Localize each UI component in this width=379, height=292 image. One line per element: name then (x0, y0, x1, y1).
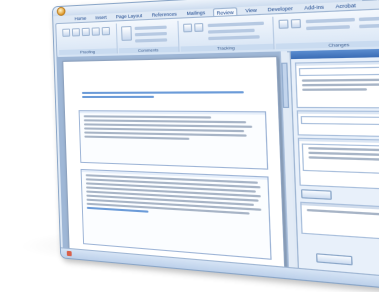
research-icon[interactable] (72, 28, 80, 36)
reject-icon[interactable] (291, 19, 301, 28)
text-line (84, 136, 189, 140)
heading-line (82, 96, 154, 98)
next-change-button[interactable] (306, 25, 350, 30)
pane-section (298, 138, 379, 191)
proofing-status-icon[interactable] (67, 251, 72, 256)
pane-dropdown[interactable] (301, 116, 379, 125)
text-line (302, 79, 379, 82)
ribbon-group-label: Tracking (181, 44, 274, 52)
display-for-review-dropdown[interactable] (208, 22, 264, 28)
spelling-icon[interactable] (62, 29, 70, 37)
reviewing-pane-dropdown[interactable] (208, 35, 260, 40)
content-control-title (80, 111, 265, 114)
previous-comment-button[interactable] (135, 32, 167, 36)
new-comment-icon[interactable] (121, 26, 132, 41)
text-line (308, 147, 379, 151)
previous-change-button[interactable] (306, 18, 355, 23)
delete-comment-button[interactable] (135, 26, 167, 30)
accept-icon[interactable] (278, 19, 288, 28)
thesaurus-icon[interactable] (82, 28, 90, 36)
text-line (84, 115, 211, 118)
perspective-scene: – □ × Home Insert Page Layout References… (52, 0, 379, 290)
next-comment-button[interactable] (135, 38, 167, 42)
text-line (309, 156, 379, 161)
application-window: – □ × Home Insert Page Layout References… (52, 0, 379, 292)
compare-button[interactable] (359, 16, 379, 21)
protect-document-button[interactable] (359, 24, 379, 29)
pane-section-label (296, 61, 379, 65)
pane-textarea[interactable] (302, 143, 379, 174)
ribbon-group-changes: Changes (275, 11, 379, 49)
content-control-box[interactable] (79, 110, 269, 170)
scrollbar-thumb[interactable] (281, 63, 289, 108)
task-pane: × (289, 48, 379, 279)
translate-icon[interactable] (92, 27, 100, 35)
balloons-icon[interactable] (194, 23, 203, 32)
track-changes-icon[interactable] (183, 23, 192, 32)
office-button-icon[interactable] (57, 7, 66, 16)
ribbon-group-comments: Comments (118, 21, 180, 54)
document-page[interactable] (62, 56, 285, 269)
pane-section (297, 110, 379, 137)
pane-section-label (298, 111, 379, 114)
show-markup-dropdown[interactable] (208, 29, 255, 34)
word-count-icon[interactable] (102, 27, 110, 36)
document-workspace (56, 51, 295, 267)
ribbon-group-tracking: Tracking (180, 17, 275, 52)
pane-action-button[interactable] (301, 189, 332, 200)
ribbon-group-label: Changes (276, 40, 379, 49)
text-line (307, 209, 379, 217)
heading-line (82, 91, 244, 94)
document-heading (82, 91, 256, 98)
text-line (302, 88, 367, 91)
pane-footer-button[interactable] (316, 253, 353, 265)
pane-input-field[interactable] (299, 66, 379, 76)
pane-section (295, 60, 379, 108)
ribbon-group-label: Comments (119, 47, 179, 54)
ribbon-group-proofing: Proofing (58, 23, 118, 55)
content-control-box[interactable] (81, 169, 272, 260)
ribbon-group-label: Proofing (59, 48, 117, 55)
pane-table-section (300, 202, 379, 242)
text-line (302, 83, 379, 86)
